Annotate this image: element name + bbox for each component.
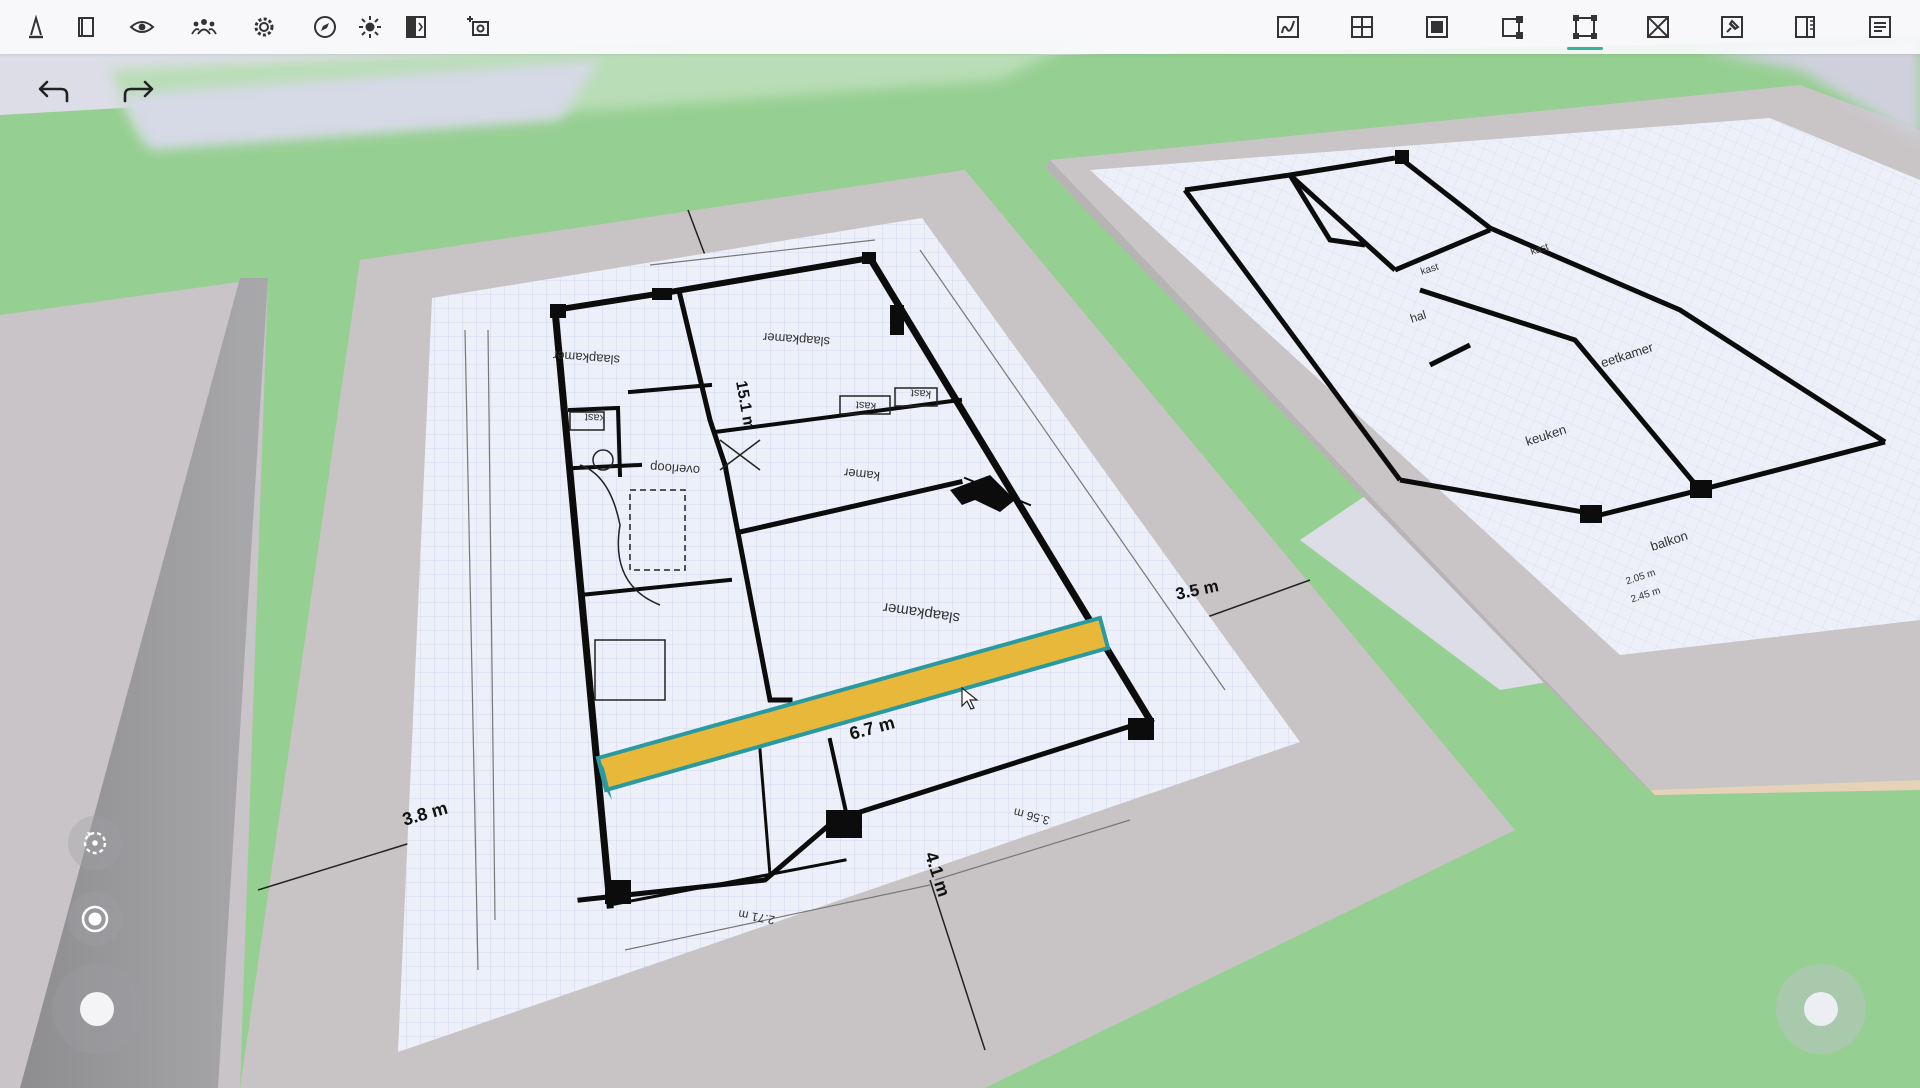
visibility-button[interactable]: [122, 7, 162, 47]
notes-icon: [1869, 16, 1891, 38]
camera-button[interactable]: [458, 7, 498, 47]
people-icon: [191, 19, 217, 35]
undo-button[interactable]: [28, 72, 78, 112]
draw-tool-icon: [29, 14, 43, 39]
scene-viewport[interactable]: slaapkamer kast kast kast slaapkamer ove…: [0, 0, 1920, 1088]
undo-icon: [38, 80, 69, 103]
room-grid-button[interactable]: [1342, 7, 1382, 47]
room-grid-icon: [1351, 16, 1373, 38]
joystick-left[interactable]: [52, 964, 142, 1054]
top-toolbar: [0, 0, 1920, 54]
settings-icon: [254, 17, 274, 37]
draw-tool-button[interactable]: [16, 7, 56, 47]
wall-node-button[interactable]: [1492, 7, 1532, 47]
split-view-icon: [406, 16, 426, 38]
orbit-button[interactable]: [68, 816, 122, 870]
floors-icon: [78, 17, 94, 37]
focus-icon: [81, 905, 109, 933]
measure-panel-icon: [1795, 16, 1815, 38]
pin-icon: [1721, 16, 1743, 38]
redo-icon: [123, 80, 154, 103]
orbit-icon: [83, 831, 107, 855]
floor-fill-button[interactable]: [1417, 7, 1457, 47]
visibility-icon: [129, 21, 155, 33]
label-closet-2: kast: [855, 399, 876, 412]
compass-icon: [314, 16, 336, 38]
joystick-icon: [80, 992, 114, 1026]
sun-button[interactable]: [350, 7, 390, 47]
joystick-knob-icon: [1804, 992, 1838, 1026]
people-button[interactable]: [184, 7, 224, 47]
remove-surface-icon: [1647, 16, 1669, 38]
measure-panel-button[interactable]: [1785, 7, 1825, 47]
notes-button[interactable]: [1860, 7, 1900, 47]
surface-select-button[interactable]: [1565, 7, 1605, 50]
sketch-tool-icon: [1277, 16, 1299, 38]
focus-button[interactable]: [68, 892, 122, 946]
sun-icon: [359, 16, 381, 38]
split-view-button[interactable]: [396, 7, 436, 47]
wall-node-icon: [1502, 16, 1523, 39]
redo-button[interactable]: [114, 72, 164, 112]
pin-button[interactable]: [1712, 7, 1752, 47]
floors-button[interactable]: [66, 7, 106, 47]
settings-button[interactable]: [244, 7, 284, 47]
compass-button[interactable]: [305, 7, 345, 47]
joystick-right[interactable]: [1776, 964, 1866, 1054]
label-closet-3: kast: [910, 387, 931, 400]
label-closet-1: kast: [584, 411, 605, 424]
surface-select-icon: [1573, 15, 1597, 39]
sketch-tool-button[interactable]: [1268, 7, 1308, 47]
remove-surface-button[interactable]: [1638, 7, 1678, 47]
floor-fill-icon: [1426, 16, 1448, 38]
camera-icon: [467, 16, 489, 36]
